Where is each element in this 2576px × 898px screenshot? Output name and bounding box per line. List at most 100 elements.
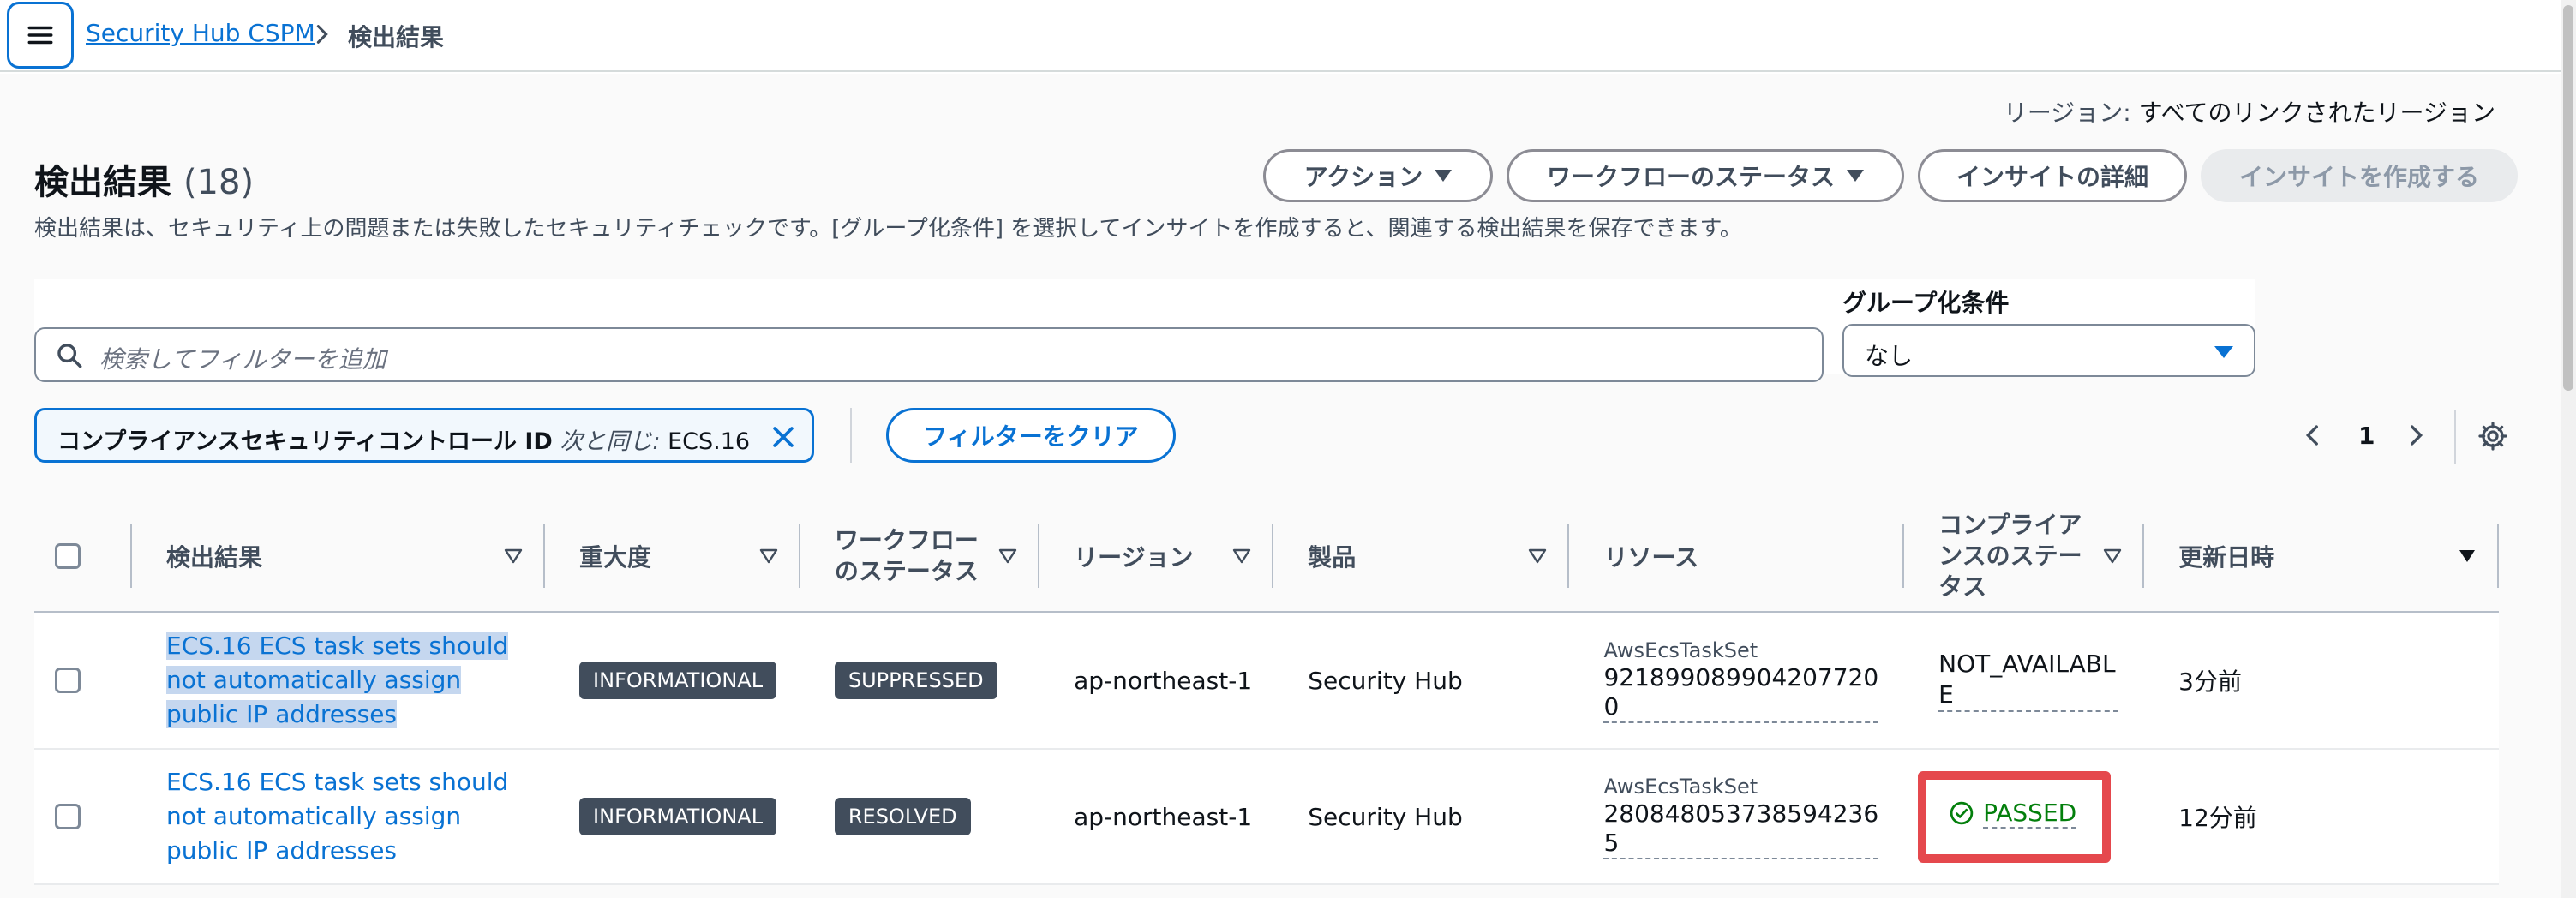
workflow-status-dropdown-button[interactable]: ワークフローのステータス — [1507, 149, 1904, 202]
create-insight-button[interactable]: インサイトを作成する — [2201, 149, 2518, 202]
main-content: リージョン: すべてのリンクされたリージョン 検出結果 (18) アクション ワ… — [0, 74, 2576, 898]
sort-icon — [504, 548, 523, 564]
filter-token[interactable]: コンプライアンスセキュリティコントロール ID 次と同じ: ECS.16 — [34, 408, 814, 463]
hamburger-menu-icon — [27, 26, 53, 45]
workflow-status-badge: RESOLVED — [834, 798, 971, 835]
pager-divider — [2454, 410, 2456, 464]
resource-id[interactable]: 921899089904207720 0 — [1603, 663, 1879, 723]
top-navigation-bar: Security Hub CSPM 検出結果 — [0, 0, 2576, 72]
compliance-status[interactable]: NOT_AVAILABLE — [1938, 649, 2119, 712]
next-page-icon[interactable] — [2401, 420, 2430, 451]
column-label: リージョン — [1074, 542, 1194, 572]
column-header-workflow[interactable]: ワークフローのステータス — [800, 500, 1040, 613]
clear-filters-button[interactable]: フィルターをクリア — [886, 408, 1176, 463]
create-insight-label: インサイトを作成する — [2238, 163, 2479, 191]
breadcrumb-security-hub-link[interactable]: Security Hub CSPM — [86, 19, 315, 47]
finding-title-link[interactable]: ECS.16 ECS task sets should not automati… — [166, 632, 509, 728]
severity-cell: INFORMATIONAL — [545, 612, 800, 750]
findings-count: (18) — [183, 163, 255, 202]
findings-table: 検出結果 重大度 ワークフローのステータス リージョン 製品 リソース コンプラ… — [34, 500, 2499, 885]
workflow-cell: RESOLVED — [800, 749, 1040, 885]
finding-title-link[interactable]: ECS.16 ECS task sets should not automati… — [166, 768, 508, 865]
sort-icon — [1233, 548, 1251, 564]
column-label: 更新日時 — [2178, 542, 2275, 572]
gear-icon[interactable] — [2477, 420, 2509, 452]
sort-icon — [759, 548, 778, 564]
column-header-product[interactable]: 製品 — [1273, 500, 1570, 613]
resource-type: AwsEcsTaskSet — [1603, 775, 1758, 799]
row-checkbox[interactable] — [55, 804, 81, 829]
scrollbar-thumb[interactable] — [2563, 5, 2573, 391]
filter-token-text: コンプライアンスセキュリティコントロール ID 次と同じ: ECS.16 — [57, 422, 750, 456]
product-cell: Security Hub — [1273, 749, 1570, 885]
caret-down-icon — [2214, 346, 2233, 358]
column-header-finding[interactable]: 検出結果 — [132, 500, 546, 613]
column-label: ワークフローのステータス — [834, 525, 979, 585]
search-placeholder: 検索してフィルターを追加 — [99, 345, 386, 374]
resource-type: AwsEcsTaskSet — [1603, 638, 1758, 662]
column-header-severity[interactable]: 重大度 — [545, 500, 800, 613]
region-cell: ap-northeast-1 — [1039, 749, 1274, 885]
select-all-checkbox[interactable] — [55, 542, 81, 569]
group-by-label: グループ化条件 — [1842, 289, 2010, 317]
sort-desc-icon — [2459, 550, 2475, 562]
insight-details-button[interactable]: インサイトの詳細 — [1918, 149, 2187, 202]
actions-dropdown-button[interactable]: アクション — [1263, 149, 1493, 202]
group-by-select[interactable]: なし — [1842, 324, 2255, 377]
caret-down-icon — [1847, 170, 1864, 182]
compliance-cell: PASSED — [1904, 749, 2145, 885]
column-header-region[interactable]: リージョン — [1039, 500, 1274, 613]
row-select-cell — [34, 612, 132, 750]
page-title: 検出結果 (18) — [34, 154, 254, 204]
column-label: コンプライアンスのステータス — [1938, 510, 2082, 601]
previous-page-icon[interactable] — [2298, 420, 2327, 451]
severity-badge: INFORMATIONAL — [579, 798, 777, 835]
caret-down-icon — [1435, 170, 1453, 182]
group-by-value: なし — [1865, 342, 1914, 370]
search-input[interactable]: 検索してフィルターを追加 — [34, 327, 1824, 382]
workflow-status-badge: SUPPRESSED — [834, 662, 997, 699]
severity-cell: INFORMATIONAL — [545, 749, 800, 885]
vertical-scrollbar[interactable] — [2561, 0, 2576, 898]
remove-filter-icon[interactable] — [769, 422, 798, 452]
compliance-highlight-box: PASSED — [1918, 770, 2112, 863]
row-checkbox[interactable] — [55, 668, 81, 693]
page-description: 検出結果は、セキュリティ上の問題または失敗したセキュリティチェックです。[グルー… — [34, 216, 1742, 242]
breadcrumb-current: 検出結果 — [348, 23, 445, 51]
search-icon — [57, 344, 82, 368]
sort-icon — [1529, 548, 1547, 564]
finding-cell: ECS.16 ECS task sets should not automati… — [132, 612, 546, 750]
column-label: 重大度 — [579, 542, 652, 572]
insight-details-label: インサイトの詳細 — [1956, 163, 2148, 191]
compliance-cell: NOT_AVAILABLE — [1904, 612, 2145, 750]
column-label: 検出結果 — [166, 542, 263, 572]
workflow-cell: SUPPRESSED — [800, 612, 1040, 750]
actions-label: アクション — [1303, 163, 1423, 191]
region-indicator: リージョン: すべてのリンクされたリージョン — [2004, 94, 2495, 129]
current-page-number[interactable]: 1 — [2358, 422, 2375, 450]
resource-cell: AwsEcsTaskSet 921899089904207720 0 — [1569, 612, 1905, 750]
sort-icon — [2103, 548, 2122, 564]
compliance-status[interactable]: PASSED — [1983, 799, 2077, 829]
check-circle-icon — [1950, 801, 1974, 825]
chevron-right-icon — [316, 25, 328, 44]
column-header-resource: リソース — [1569, 500, 1905, 613]
filter-token-operator: 次と同じ: — [560, 428, 661, 455]
column-label: リソース — [1603, 542, 1699, 572]
product-cell: Security Hub — [1273, 612, 1570, 750]
resource-cell: AwsEcsTaskSet 280848053738594236 5 — [1569, 749, 1905, 885]
table-row[interactable]: ECS.16 ECS task sets should not automati… — [34, 749, 2499, 885]
region-label: リージョン: — [2003, 99, 2131, 127]
sort-icon — [998, 548, 1017, 564]
region-value: すべてのリンクされたリージョン — [2138, 99, 2495, 127]
filter-divider — [850, 408, 852, 463]
column-divider — [2497, 524, 2499, 588]
column-header-updated[interactable]: 更新日時 — [2144, 500, 2499, 613]
updated-cell: 12分前 — [2144, 749, 2499, 885]
table-row[interactable]: ECS.16 ECS task sets should not automati… — [34, 612, 2499, 750]
resource-id[interactable]: 280848053738594236 5 — [1603, 799, 1879, 859]
menu-toggle-button[interactable] — [7, 2, 74, 69]
column-header-compliance[interactable]: コンプライアンスのステータス — [1904, 500, 2145, 613]
table-header-row: 検出結果 重大度 ワークフローのステータス リージョン 製品 リソース コンプラ… — [34, 500, 2499, 613]
severity-badge: INFORMATIONAL — [579, 662, 777, 699]
